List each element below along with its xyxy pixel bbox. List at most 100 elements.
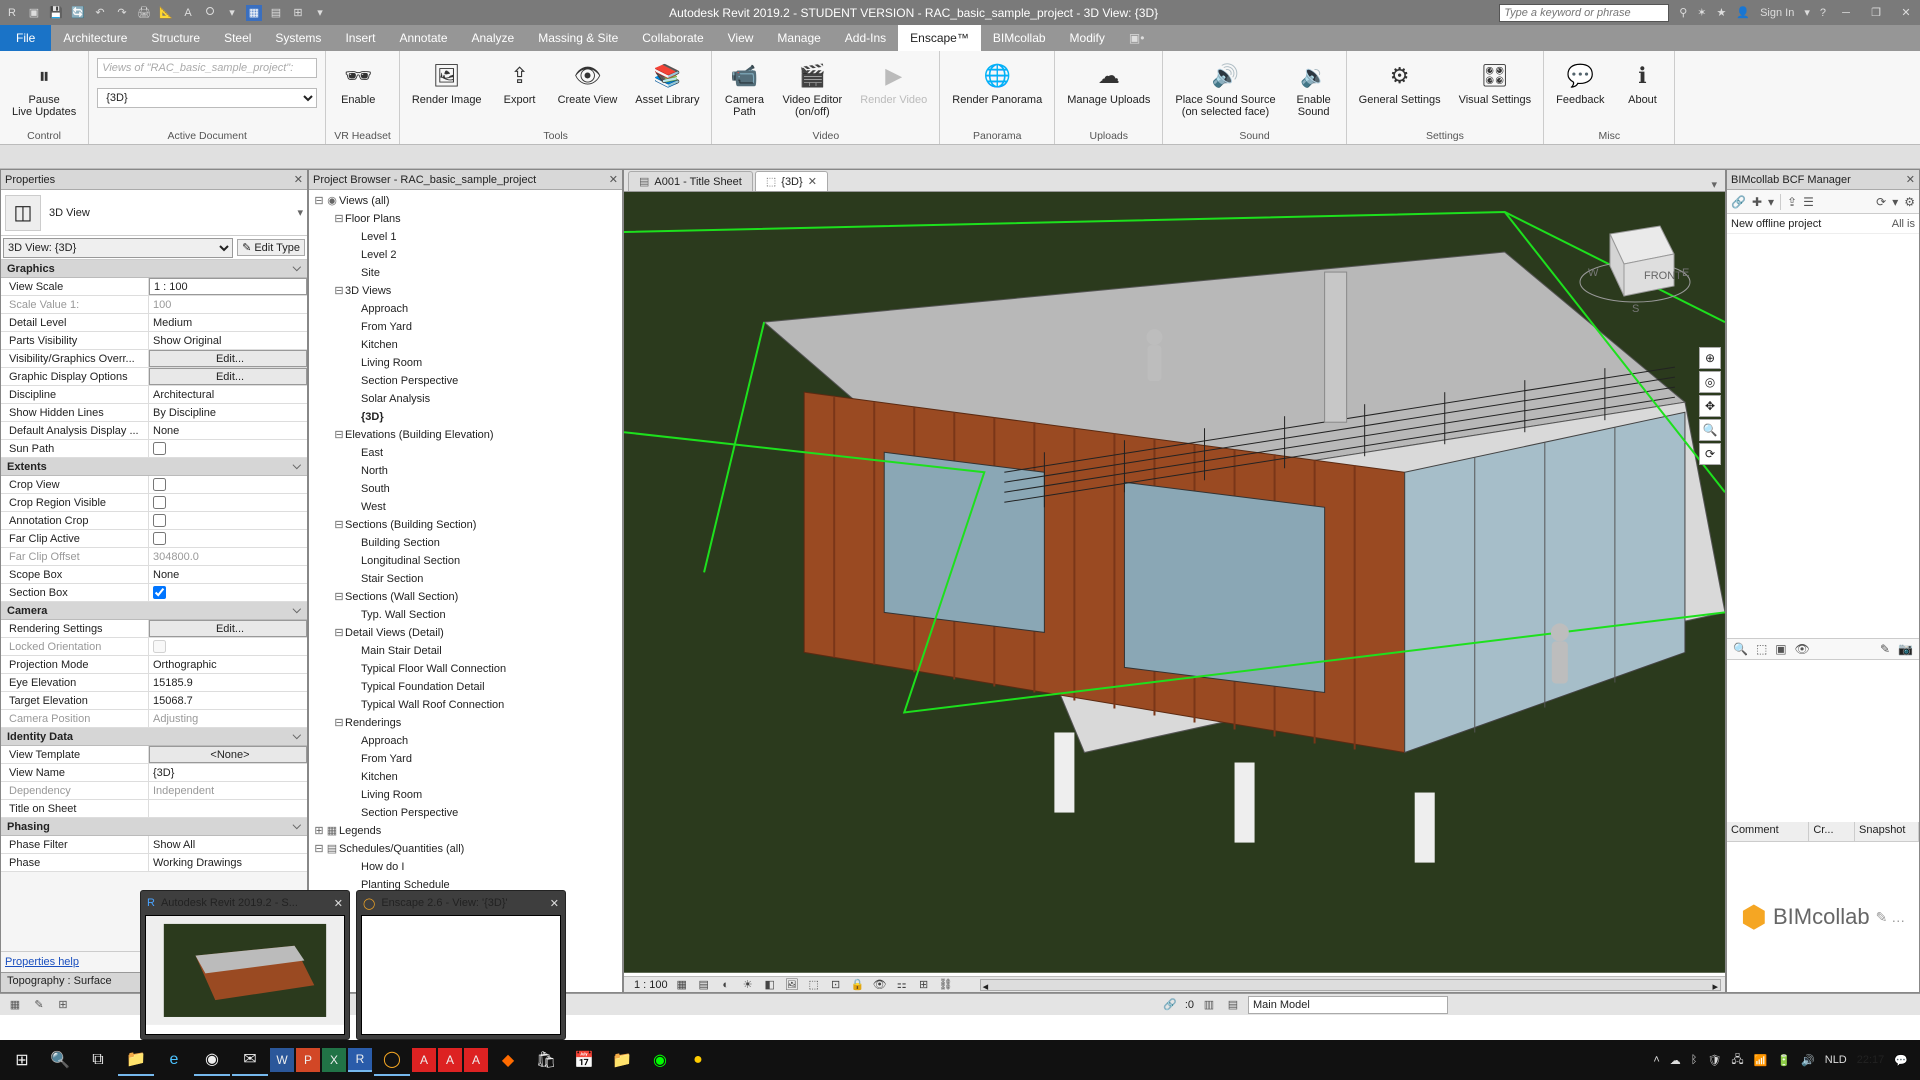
viewcube[interactable]: FRONT S W E bbox=[1570, 204, 1700, 324]
calendar-icon[interactable]: 📅 bbox=[566, 1044, 602, 1076]
instance-select[interactable]: 3D View: {3D} bbox=[3, 238, 233, 258]
tab-manage[interactable]: Manage bbox=[765, 25, 832, 51]
app2-icon[interactable]: ◉ bbox=[642, 1044, 678, 1076]
uploads-button[interactable]: ☁Manage Uploads bbox=[1063, 58, 1154, 108]
clock[interactable]: 22:17 bbox=[1857, 1054, 1885, 1066]
store-icon[interactable]: 🛍 bbox=[528, 1044, 564, 1076]
main-model-select[interactable]: Main Model bbox=[1248, 996, 1448, 1014]
tab-systems[interactable]: Systems bbox=[263, 25, 333, 51]
visual-style-icon[interactable]: ◐ bbox=[718, 978, 734, 992]
close-icon[interactable]: ✕ bbox=[334, 897, 343, 910]
tab-annotate[interactable]: Annotate bbox=[387, 25, 459, 51]
connect-icon[interactable]: 🔗 bbox=[1731, 195, 1746, 209]
chrome-icon[interactable]: ◉ bbox=[194, 1044, 230, 1076]
close-views-icon[interactable]: ⊞ bbox=[290, 5, 306, 21]
tab-context-icon[interactable]: ▣• bbox=[1117, 25, 1157, 51]
lang-indicator[interactable]: NLD bbox=[1825, 1054, 1847, 1066]
view-tab-titlesheet[interactable]: ▤A001 - Title Sheet bbox=[628, 171, 753, 191]
farclip-check[interactable] bbox=[153, 532, 166, 545]
filter-icon[interactable]: ▥ bbox=[1200, 997, 1218, 1013]
view-scale[interactable]: 1 : 100 bbox=[634, 979, 668, 991]
worksets-icon[interactable]: ▦ bbox=[6, 997, 24, 1013]
temp-hide-icon[interactable]: 👁 bbox=[872, 978, 888, 992]
viewpoint-icon[interactable]: 👁 bbox=[1795, 642, 1810, 656]
design-options-icon[interactable]: ⊞ bbox=[54, 997, 72, 1013]
view-tab-3d[interactable]: ⬚{3D}✕ bbox=[755, 171, 828, 191]
search-icon[interactable]: ⚲ bbox=[1679, 6, 1687, 19]
volume-icon[interactable]: 🔊 bbox=[1801, 1054, 1815, 1067]
asset-library-button[interactable]: 📚Asset Library bbox=[631, 58, 703, 108]
help-icon[interactable]: ? bbox=[1820, 7, 1826, 19]
app3-icon[interactable]: ● bbox=[680, 1044, 716, 1076]
tab-analyze[interactable]: Analyze bbox=[460, 25, 527, 51]
pan-icon[interactable]: ✥ bbox=[1699, 395, 1721, 417]
list-icon[interactable]: ☰ bbox=[1803, 195, 1814, 209]
onedrive-icon[interactable]: ☁ bbox=[1670, 1054, 1681, 1067]
undo-icon[interactable]: ↶ bbox=[92, 5, 108, 21]
close-icon[interactable]: ✕ bbox=[550, 897, 559, 910]
camera-icon[interactable]: 📷 bbox=[1898, 642, 1913, 656]
app-icon[interactable]: ◆ bbox=[490, 1044, 526, 1076]
section-graphics[interactable]: Graphics⌵ bbox=[1, 260, 307, 278]
view-scale-value[interactable]: 1 : 100 bbox=[149, 278, 307, 295]
horizontal-scrollbar[interactable]: ◂▸ bbox=[980, 979, 1721, 991]
security-icon[interactable]: 🛡 bbox=[1707, 1054, 1721, 1067]
vg-edit-button[interactable]: Edit... bbox=[149, 350, 307, 367]
tab-bimcollab[interactable]: BIMcollab bbox=[981, 25, 1058, 51]
steering-icon[interactable]: ◎ bbox=[1699, 371, 1721, 393]
fullnav-icon[interactable]: ⊕ bbox=[1699, 347, 1721, 369]
edit-issue-icon[interactable]: ✎ bbox=[1880, 642, 1890, 656]
render-image-button[interactable]: 🖼Render Image bbox=[408, 58, 486, 108]
sound-source-button[interactable]: 🔊Place Sound Source (on selected face) bbox=[1171, 58, 1279, 120]
enscape-taskbar-icon[interactable]: ◯ bbox=[374, 1044, 410, 1076]
redo-icon[interactable]: ↷ bbox=[114, 5, 130, 21]
revit-taskbar-icon[interactable]: R bbox=[348, 1048, 372, 1072]
tab-enscape[interactable]: Enscape™ bbox=[898, 25, 981, 51]
comm-icon[interactable]: ✶ bbox=[1697, 6, 1706, 19]
tag-icon[interactable]: ▾ bbox=[224, 5, 240, 21]
signin-button[interactable]: Sign In bbox=[1760, 7, 1794, 19]
doc-views-input[interactable] bbox=[97, 58, 317, 78]
lock-icon[interactable]: 🔒 bbox=[850, 978, 866, 992]
user-icon[interactable]: 👤 bbox=[1736, 6, 1750, 19]
canvas-3d[interactable]: FRONT S W E ⊕ ◎ ✥ 🔍 ⟳ bbox=[624, 192, 1725, 976]
tab-view[interactable]: View bbox=[716, 25, 766, 51]
editable-icon[interactable]: ✎ bbox=[30, 997, 48, 1013]
rendering-edit-button[interactable]: Edit... bbox=[149, 620, 307, 637]
isolate-icon[interactable]: ▣ bbox=[1775, 642, 1786, 656]
panorama-button[interactable]: 🌐Render Panorama bbox=[948, 58, 1046, 108]
general-settings-button[interactable]: ⚙General Settings bbox=[1355, 58, 1445, 108]
annocrop-check[interactable] bbox=[153, 514, 166, 527]
autocad2-icon[interactable]: A bbox=[438, 1048, 462, 1072]
measure-icon[interactable]: 📐 bbox=[158, 5, 174, 21]
about-button[interactable]: ℹAbout bbox=[1618, 58, 1666, 108]
print-icon[interactable]: 🖨 bbox=[136, 5, 152, 21]
dim-icon[interactable]: ⭘ bbox=[202, 5, 218, 21]
analytical-icon[interactable]: ⊞ bbox=[916, 978, 932, 992]
select-icon[interactable]: ⬚ bbox=[1756, 642, 1767, 656]
powerpoint-icon[interactable]: P bbox=[296, 1048, 320, 1072]
sync-icon[interactable]: 🔄 bbox=[70, 5, 86, 21]
browser-tree[interactable]: ⊟◉Views (all) ⊟Floor Plans Level 1 Level… bbox=[309, 190, 622, 992]
open-icon[interactable]: ▣ bbox=[26, 5, 42, 21]
tab-massing[interactable]: Massing & Site bbox=[526, 25, 630, 51]
project-row[interactable]: New offline projectAll is bbox=[1727, 214, 1919, 234]
editable-only-icon[interactable]: ▤ bbox=[1224, 997, 1242, 1013]
settings-icon[interactable]: ⚙ bbox=[1904, 195, 1915, 209]
app-switch-icon[interactable]: ▾ bbox=[1804, 6, 1810, 19]
battery-icon[interactable]: 🔋 bbox=[1777, 1054, 1791, 1067]
pause-live-button[interactable]: ⏸Pause Live Updates bbox=[8, 58, 80, 120]
tab-collaborate[interactable]: Collaborate bbox=[630, 25, 715, 51]
sunpath-icon[interactable]: ☀ bbox=[740, 978, 756, 992]
search-input[interactable] bbox=[1499, 4, 1669, 22]
mail-icon[interactable]: ✉ bbox=[232, 1044, 268, 1076]
render-dialog-icon[interactable]: 🖼 bbox=[784, 978, 800, 992]
reveal-icon[interactable]: ⚏ bbox=[894, 978, 910, 992]
tab-insert[interactable]: Insert bbox=[333, 25, 387, 51]
comments-list[interactable] bbox=[1727, 660, 1919, 822]
tab-modify[interactable]: Modify bbox=[1058, 25, 1117, 51]
crop-icon[interactable]: ⬚ bbox=[806, 978, 822, 992]
crop-region-icon[interactable]: ⊡ bbox=[828, 978, 844, 992]
wifi-icon[interactable]: 📶 bbox=[1754, 1054, 1768, 1067]
tab-steel[interactable]: Steel bbox=[212, 25, 263, 51]
